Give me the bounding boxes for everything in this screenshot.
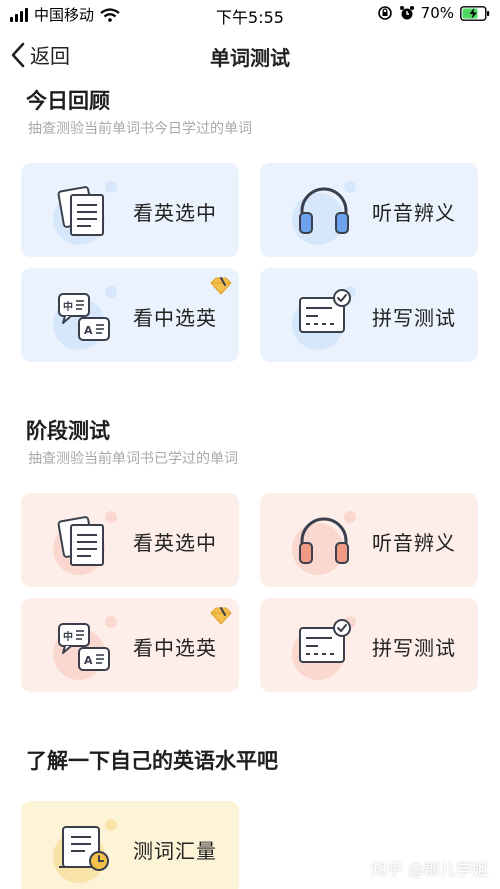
spelling-card-icon (294, 286, 354, 346)
status-bar: 中国移动 下午5:55 70% (0, 0, 500, 28)
nav-bar: 返回 单词测试 (0, 36, 500, 76)
card-label: 拼写测试 (372, 636, 456, 660)
section-title-today-review: 今日回顾 (26, 89, 110, 113)
card-label: 听音辨义 (372, 531, 456, 555)
card-label: 看中选英 (133, 306, 217, 330)
card-label: 拼写测试 (372, 306, 456, 330)
card-today-spelling[interactable]: 拼写测试 (260, 268, 478, 362)
headphones-icon (299, 517, 349, 564)
card-stage-cn-to-en[interactable]: 看中选英 (21, 598, 239, 692)
headphones-icon (299, 187, 349, 234)
page-title: 单词测试 (210, 46, 290, 70)
card-label: 看英选中 (133, 201, 217, 225)
spelling-card-icon (294, 616, 354, 676)
chat-bubbles-icon (55, 616, 115, 676)
card-label: 测词汇量 (133, 839, 217, 863)
document-icon (55, 181, 115, 241)
watermark: 知乎 @郡儿学姐 (370, 860, 488, 879)
battery-charging-icon (460, 5, 490, 21)
card-label: 听音辨义 (372, 201, 456, 225)
card-today-listening[interactable]: 听音辨义 (260, 163, 478, 257)
document-icon (55, 511, 115, 571)
chat-bubbles-icon (55, 286, 115, 346)
section-subtitle-today-review: 抽查测验当前单词书今日学过的单词 (28, 121, 252, 137)
alarm-icon (399, 6, 414, 20)
card-today-en-to-cn[interactable]: 看英选中 (21, 163, 239, 257)
card-today-cn-to-en[interactable]: 看中选英 (21, 268, 239, 362)
card-label: 看英选中 (133, 531, 217, 555)
card-stage-spelling[interactable]: 拼写测试 (260, 598, 478, 692)
battery-percent: 70% (420, 4, 454, 22)
rotation-lock-icon (377, 6, 392, 20)
scroll-clock-icon (55, 819, 115, 879)
card-vocab-size-test[interactable]: 测词汇量 (21, 801, 239, 889)
card-label: 看中选英 (133, 636, 217, 660)
section-subtitle-stage-test: 抽查测验当前单词书已学过的单词 (28, 451, 238, 467)
card-stage-en-to-cn[interactable]: 看英选中 (21, 493, 239, 587)
gem-icon (209, 276, 233, 296)
gem-icon (209, 606, 233, 626)
section-title-stage-test: 阶段测试 (26, 419, 110, 443)
card-stage-listening[interactable]: 听音辨义 (260, 493, 478, 587)
section-title-vocab-level: 了解一下自己的英语水平吧 (26, 749, 278, 773)
